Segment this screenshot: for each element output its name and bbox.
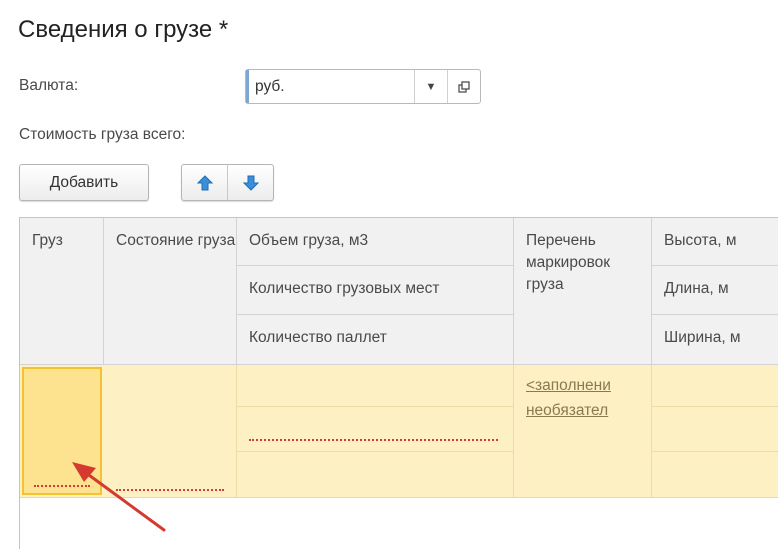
volume-group-cell — [237, 365, 514, 497]
arrow-up-icon[interactable] — [182, 165, 227, 200]
header-state[interactable]: Состояние груза — [104, 218, 237, 365]
width-cell[interactable] — [652, 452, 778, 496]
arrow-down-icon[interactable] — [227, 165, 273, 200]
currency-field[interactable]: руб. ▼ — [245, 69, 481, 104]
markings-link-optional[interactable]: необязател — [526, 402, 646, 420]
header-pallets[interactable]: Количество паллет — [237, 315, 514, 365]
header-packages[interactable]: Количество грузовых мест — [237, 266, 514, 315]
height-cell[interactable] — [652, 365, 778, 407]
header-length[interactable]: Длина, м — [652, 266, 778, 315]
required-marker — [249, 439, 498, 441]
pallets-cell[interactable] — [237, 452, 513, 496]
markings-cell[interactable]: <заполнени необязател — [514, 365, 652, 497]
volume-cell[interactable] — [237, 365, 513, 407]
markings-link[interactable]: <заполнени — [526, 377, 646, 395]
dimensions-group-cell — [652, 365, 778, 497]
add-button[interactable]: Добавить — [19, 164, 149, 201]
currency-value[interactable]: руб. — [246, 70, 414, 103]
header-markings[interactable]: Перечень маркировок груза — [514, 218, 652, 365]
header-width[interactable]: Ширина, м — [652, 315, 778, 365]
header-volume[interactable]: Объем груза, м3 — [237, 218, 514, 266]
page-title: Сведения о грузе * — [18, 16, 229, 43]
packages-cell[interactable] — [237, 407, 513, 452]
chevron-down-icon[interactable]: ▼ — [414, 70, 447, 103]
total-cost-label: Стоимость груза всего: — [19, 126, 186, 143]
move-buttons — [181, 164, 274, 201]
open-form-icon[interactable] — [447, 70, 480, 103]
header-cargo[interactable]: Груз — [20, 218, 104, 365]
length-cell[interactable] — [652, 407, 778, 452]
currency-label: Валюта: — [19, 77, 79, 94]
header-height[interactable]: Высота, м — [652, 218, 778, 266]
annotation-arrow-icon — [72, 462, 166, 532]
